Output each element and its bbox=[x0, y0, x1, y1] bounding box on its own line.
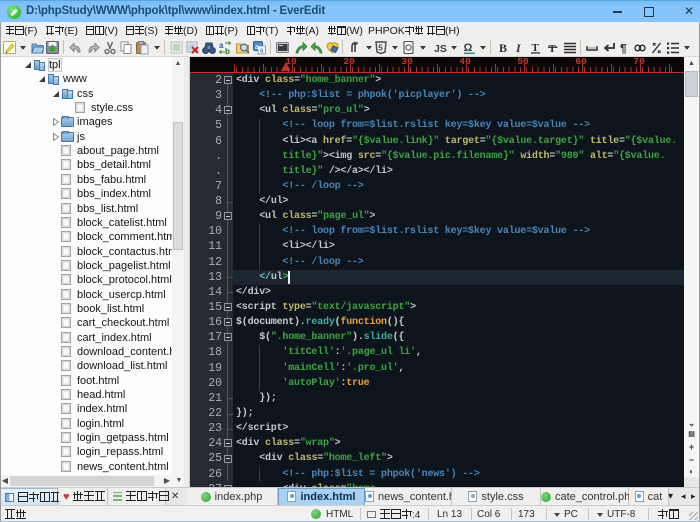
svg-text:¶: ¶ bbox=[620, 41, 627, 55]
svg-text:b: b bbox=[225, 47, 230, 55]
svg-text:B: B bbox=[499, 41, 507, 55]
svg-text:I: I bbox=[516, 41, 522, 55]
svg-text:JS: JS bbox=[434, 43, 447, 55]
svg-text:a: a bbox=[255, 44, 259, 51]
svg-text:T: T bbox=[549, 43, 557, 55]
svg-text:a: a bbox=[219, 41, 224, 50]
svg-text:5: 5 bbox=[378, 43, 383, 52]
svg-text:T: T bbox=[532, 42, 540, 54]
svg-text:Ω: Ω bbox=[464, 42, 473, 54]
svg-text:a: a bbox=[260, 47, 264, 54]
